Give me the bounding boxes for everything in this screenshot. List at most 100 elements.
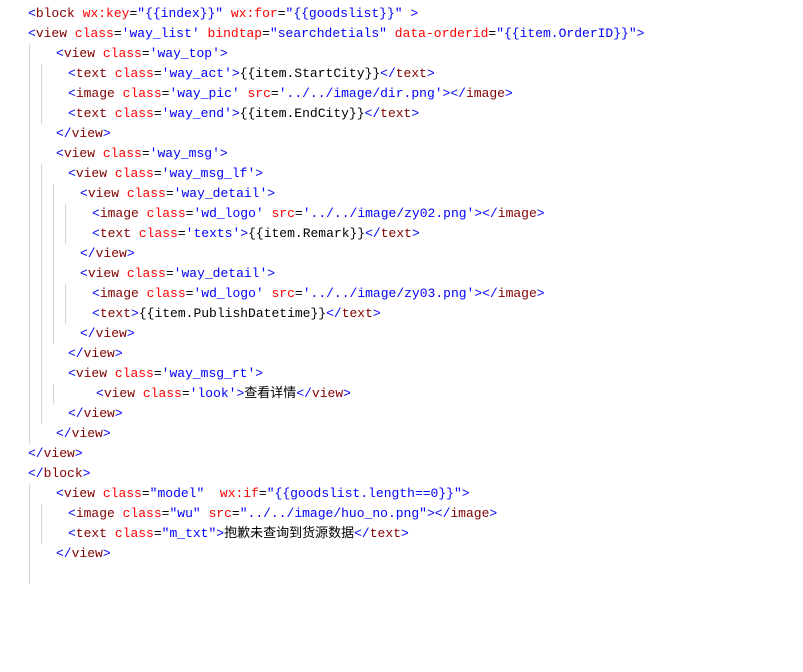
- code-line[interactable]: </view>: [0, 324, 803, 344]
- token: </: [56, 126, 72, 141]
- token: =: [154, 106, 162, 121]
- code-line[interactable]: <view class='way_msg_lf'>: [0, 164, 803, 184]
- code-content: </view>: [36, 544, 111, 564]
- token: </: [80, 326, 96, 341]
- token: "searchdetials": [270, 26, 387, 41]
- code-line[interactable]: <text class='way_act'>{{item.StartCity}}…: [0, 64, 803, 84]
- code-line[interactable]: </view>: [0, 244, 803, 264]
- token: >: [220, 46, 228, 61]
- code-line[interactable]: <image class='wd_logo' src='../../image/…: [0, 204, 803, 224]
- code-line[interactable]: <view class='look'>查看详情</view>: [0, 384, 803, 404]
- token: wx:key: [83, 6, 130, 21]
- code-line[interactable]: <view class="model" wx:if="{{goodslist.l…: [0, 484, 803, 504]
- token: =: [114, 26, 122, 41]
- token: =: [154, 366, 162, 381]
- code-line[interactable]: <view class='way_list' bindtap="searchde…: [0, 24, 803, 44]
- token: >: [216, 526, 224, 541]
- code-line[interactable]: </block>: [0, 464, 803, 484]
- code-line[interactable]: <view class='way_detail'>: [0, 184, 803, 204]
- token: <: [68, 366, 76, 381]
- token: >: [131, 306, 139, 321]
- code-line[interactable]: <text class='texts'>{{item.Remark}}</tex…: [0, 224, 803, 244]
- token: [67, 26, 75, 41]
- code-line[interactable]: <view class='way_detail'>: [0, 264, 803, 284]
- code-content: <view class='way_msg'>: [36, 144, 228, 164]
- indent-guides: [24, 224, 72, 244]
- token: wx:for: [231, 6, 278, 21]
- code-line[interactable]: <image class='way_pic' src='../../image/…: [0, 84, 803, 104]
- indent-guides: [24, 344, 48, 364]
- token: >: [410, 6, 418, 21]
- token: =: [142, 46, 150, 61]
- token: [115, 86, 123, 101]
- code-line[interactable]: </view>: [0, 424, 803, 444]
- token: <: [68, 506, 76, 521]
- token: {{item.EndCity}}: [240, 106, 365, 121]
- token: text: [100, 306, 131, 321]
- token: [119, 266, 127, 281]
- gutter: [0, 484, 24, 504]
- token: >: [637, 26, 645, 41]
- code-line[interactable]: </view>: [0, 544, 803, 564]
- token: "wu": [169, 506, 200, 521]
- code-line[interactable]: <view class='way_msg_rt'>: [0, 364, 803, 384]
- token: </: [450, 86, 466, 101]
- token: </: [28, 466, 44, 481]
- code-editor[interactable]: <block wx:key="{{index}}" wx:for="{{good…: [0, 4, 803, 584]
- token: <: [92, 306, 100, 321]
- code-line[interactable]: <image class="wu" src="../../image/huo_n…: [0, 504, 803, 524]
- code-line[interactable]: <view class='way_msg'>: [0, 144, 803, 164]
- code-content: <view class='way_msg_lf'>: [48, 164, 263, 184]
- token: >: [75, 446, 83, 461]
- token: view: [76, 166, 107, 181]
- token: <: [80, 186, 88, 201]
- token: 查看详情: [244, 386, 296, 401]
- token: '../../image/zy03.png': [303, 286, 475, 301]
- token: </: [380, 66, 396, 81]
- code-content: <image class='wd_logo' src='../../image/…: [72, 284, 545, 304]
- token: <: [56, 146, 64, 161]
- token: {{item.PublishDatetime}}: [139, 306, 326, 321]
- gutter: [0, 124, 24, 144]
- token: 'way_msg_lf': [162, 166, 256, 181]
- code-line[interactable]: [0, 564, 803, 584]
- token: >: [232, 66, 240, 81]
- token: [223, 6, 231, 21]
- indent-guides: [24, 424, 36, 444]
- token: [107, 106, 115, 121]
- code-line[interactable]: </view>: [0, 124, 803, 144]
- token: view: [84, 406, 115, 421]
- token: =: [154, 66, 162, 81]
- token: [139, 286, 147, 301]
- code-line[interactable]: <text class="m_txt">抱歉未查询到货源数据</text>: [0, 524, 803, 544]
- code-line[interactable]: </view>: [0, 404, 803, 424]
- indent-guides: [24, 364, 48, 384]
- token: wx:if: [220, 486, 259, 501]
- gutter: [0, 564, 24, 584]
- code-line[interactable]: <text>{{item.PublishDatetime}}</text>: [0, 304, 803, 324]
- token: =: [142, 486, 150, 501]
- code-line[interactable]: <block wx:key="{{index}}" wx:for="{{good…: [0, 4, 803, 24]
- token: >: [427, 66, 435, 81]
- token: 'wd_logo': [193, 286, 263, 301]
- token: view: [88, 186, 119, 201]
- token: >: [537, 206, 545, 221]
- code-content: <view class='way_detail'>: [60, 264, 275, 284]
- gutter: [0, 464, 24, 484]
- code-line[interactable]: <view class='way_top'>: [0, 44, 803, 64]
- code-line[interactable]: <text class='way_end'>{{item.EndCity}}</…: [0, 104, 803, 124]
- token: <: [68, 166, 76, 181]
- token: >: [401, 526, 409, 541]
- token: [95, 46, 103, 61]
- code-line[interactable]: <image class='wd_logo' src='../../image/…: [0, 284, 803, 304]
- indent-guides: [24, 504, 48, 524]
- token: <: [68, 66, 76, 81]
- code-line[interactable]: </view>: [0, 344, 803, 364]
- code-line[interactable]: </view>: [0, 444, 803, 464]
- indent-guides: [24, 204, 72, 224]
- gutter: [0, 84, 24, 104]
- indent-guides: [24, 304, 72, 324]
- indent-guides: [24, 144, 36, 164]
- indent-guides: [24, 484, 36, 504]
- token: [135, 386, 143, 401]
